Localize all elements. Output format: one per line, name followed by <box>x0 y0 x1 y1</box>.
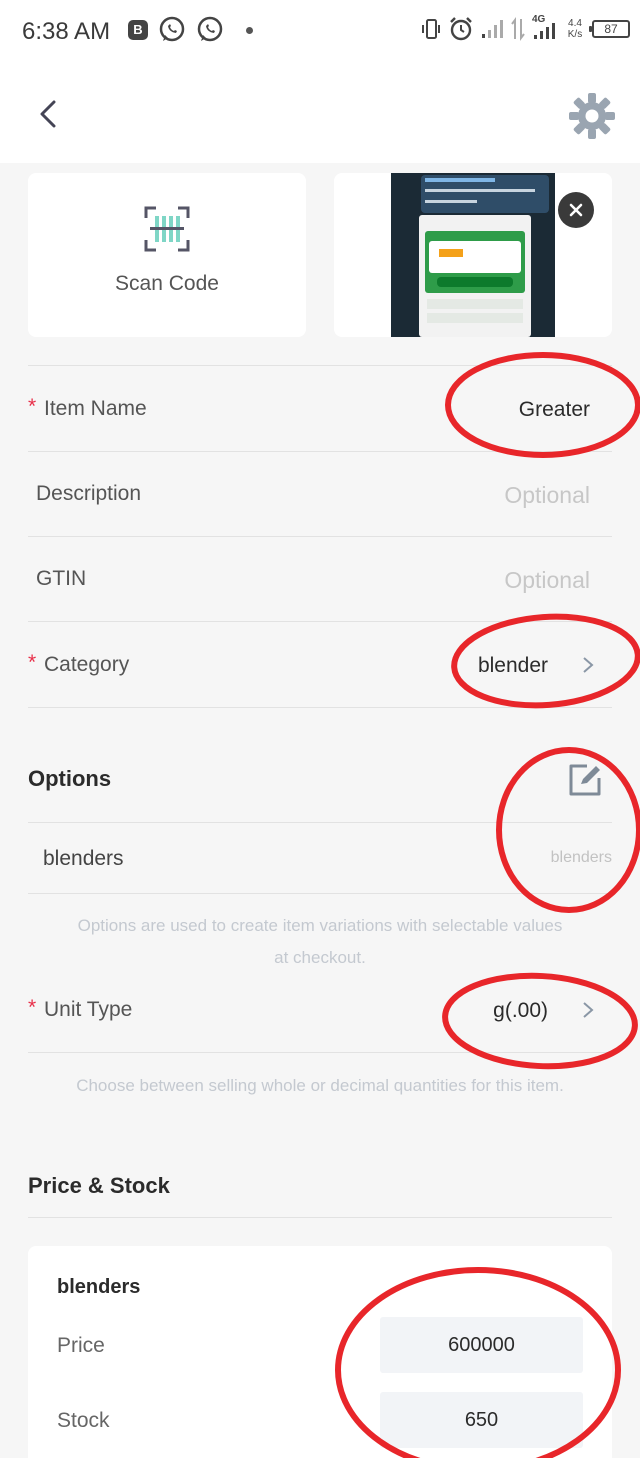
net-speed-unit: K/s <box>567 29 583 40</box>
edit-icon[interactable] <box>565 760 605 800</box>
item-name-value[interactable]: Greater <box>519 398 590 422</box>
vibrate-icon <box>422 19 440 39</box>
status-time: 6:38 AM <box>22 18 111 45</box>
required-marker: * <box>28 996 37 1019</box>
back-button[interactable] <box>28 94 68 134</box>
notification-icons: B <box>128 16 253 44</box>
category-value: blender <box>477 654 548 677</box>
gear-icon[interactable] <box>566 90 618 142</box>
item-name-label: Item Name <box>44 397 147 420</box>
gtin-input[interactable]: Optional <box>504 567 590 594</box>
unit-type-label: Unit Type <box>44 998 133 1021</box>
chevron-left-icon <box>40 100 56 128</box>
dot-indicator <box>246 26 253 34</box>
option-name: blenders <box>43 847 124 870</box>
b-app-icon: B <box>128 20 148 40</box>
price-input[interactable] <box>380 1317 583 1373</box>
close-icon <box>569 203 583 217</box>
status-icons: 4G 4.4 K/s 87 <box>420 14 630 42</box>
status-bar: 6:38 AM B 4G 4.4 K/s 87 <box>0 0 640 66</box>
required-marker: * <box>28 651 37 674</box>
description-input[interactable]: Optional <box>504 482 590 509</box>
photo-card <box>334 173 612 337</box>
divider <box>28 1052 612 1053</box>
price-label: Price <box>57 1334 105 1357</box>
price-stock-title: Price & Stock <box>28 1173 170 1198</box>
whatsapp-icon <box>159 16 185 42</box>
thumb-chat-bubble <box>421 175 549 213</box>
options-hint: Options are used to create item variatio… <box>77 916 563 967</box>
divider <box>28 707 612 708</box>
divider <box>28 365 612 366</box>
variant-card: blenders Price Stock <box>28 1246 612 1458</box>
scan-code-button[interactable]: Scan Code <box>28 173 306 337</box>
scan-code-label: Scan Code <box>115 272 219 295</box>
whatsapp-icon <box>197 16 223 42</box>
battery-icon: 87 <box>589 20 630 38</box>
screenshot-thumbnail[interactable] <box>391 173 555 337</box>
app-header <box>0 66 640 163</box>
battery-level: 87 <box>604 22 618 36</box>
barcode-scan-icon <box>144 206 190 252</box>
unit-type-hint: Choose between selling whole or decimal … <box>76 1076 564 1095</box>
signal-4g-icon: 4G <box>532 14 558 42</box>
category-label: Category <box>44 653 130 676</box>
divider <box>28 1217 612 1218</box>
stock-input[interactable] <box>380 1392 583 1448</box>
gtin-label: GTIN <box>36 567 87 590</box>
option-values: blenders <box>550 849 612 866</box>
description-label: Description <box>36 482 142 505</box>
alarm-icon <box>450 17 472 41</box>
options-title: Options <box>28 766 112 791</box>
net-speed-value: 4.4 <box>568 18 582 29</box>
description-field[interactable]: Description Optional <box>28 452 612 536</box>
signal-icon <box>482 20 503 38</box>
stock-label: Stock <box>57 1409 110 1432</box>
data-arrows-icon <box>511 17 525 41</box>
divider <box>28 621 612 622</box>
chevron-right-icon <box>583 1002 594 1018</box>
chevron-right-icon <box>583 657 594 673</box>
thumb-phone-screen <box>419 215 531 337</box>
unit-type-select[interactable]: * Unit Type g(.00) <box>28 968 612 1052</box>
divider <box>28 893 612 894</box>
remove-photo-button[interactable] <box>558 192 594 228</box>
required-marker: * <box>28 395 37 418</box>
net-speed: 4.4 K/s <box>564 18 586 40</box>
option-row[interactable]: blenders blenders <box>28 823 612 893</box>
category-select[interactable]: * Category blender <box>28 623 612 707</box>
variant-name: blenders <box>57 1276 141 1298</box>
unit-type-value: g(.00) <box>493 999 548 1022</box>
item-name-field[interactable]: * Item Name Greater <box>28 367 612 451</box>
gtin-field[interactable]: GTIN Optional <box>28 537 612 621</box>
